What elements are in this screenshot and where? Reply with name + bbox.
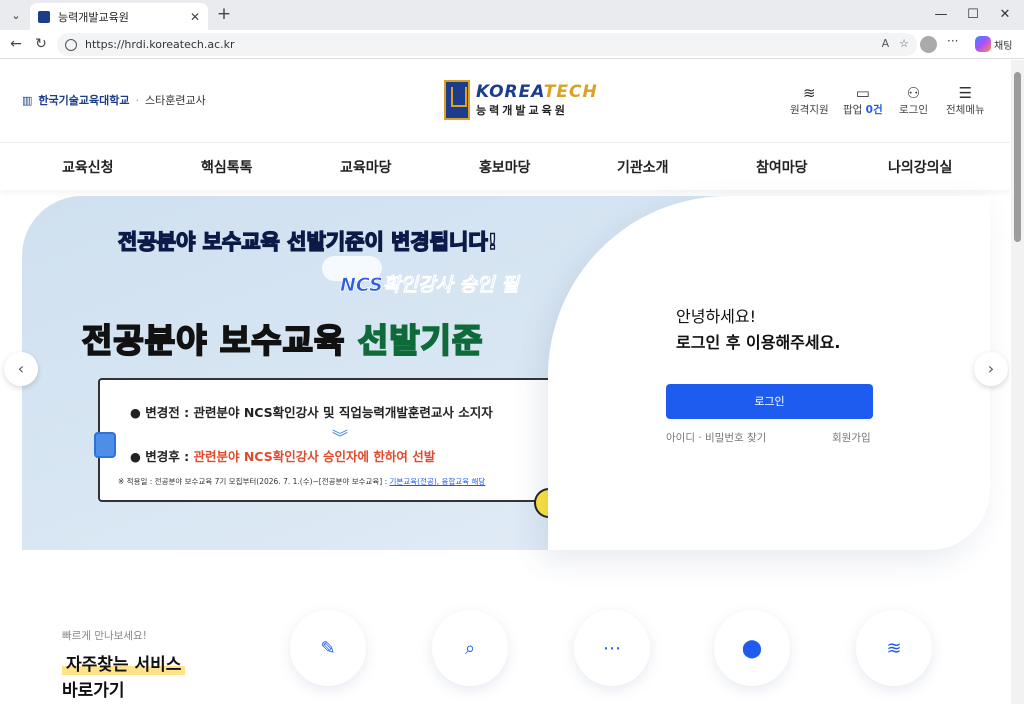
quick-service-remote[interactable]: ≋ [856, 610, 932, 686]
page-scrollbar[interactable] [1011, 60, 1024, 704]
browser-tab[interactable]: 능력개발교육원 ✕ [30, 3, 208, 30]
back-icon[interactable]: ← [6, 34, 26, 54]
quick-service-search[interactable]: ⌕ [432, 610, 508, 686]
logo-text-accent: TECH [543, 82, 598, 102]
wifi-icon: ≋ [803, 84, 816, 102]
quick-service-consult[interactable]: ⋯ [574, 610, 650, 686]
login-link[interactable]: ⚇ 로그인 [899, 84, 928, 117]
favicon-icon [38, 10, 50, 23]
nav-item-apply[interactable]: 교육신청 [62, 157, 114, 177]
nav-item-my-classroom[interactable]: 나의강의실 [888, 157, 952, 177]
url-text: https://hrdi.koreatech.ac.kr [85, 38, 235, 51]
all-menu-button[interactable]: ☰ 전체메뉴 [946, 84, 985, 117]
banner-info-box: ● 변경전 : 관련분야 NCS확인강사 및 직업능력개발훈련교사 소지자 ︾ … [98, 378, 568, 502]
main-nav: 교육신청 핵심톡톡 교육마당 홍보마당 기관소개 참여마당 나의강의실 [0, 142, 1010, 190]
chat-icon: ⋯ [603, 637, 621, 659]
nav-item-about[interactable]: 기관소개 [617, 157, 669, 177]
banner-headline: 전공분야 보수교육 선발기준이 변경됩니다! [117, 229, 498, 254]
quick-services-subtitle: 빠르게 만나보세요! [62, 630, 147, 642]
banner-title: 전공분야 보수교육 선발기준 [81, 320, 484, 361]
page-content: ▥ 한국기술교육대학교 · 스타훈련교사 KOREATECH 능력개발교육원 ≋… [0, 60, 1010, 704]
refresh-icon[interactable]: ↻ [31, 34, 51, 54]
logo-emblem-icon [444, 80, 470, 120]
popup-button[interactable]: ▭ 팝업 0건 [843, 84, 883, 117]
university-link[interactable]: ▥ 한국기술교육대학교 · 스타훈련교사 [22, 92, 206, 108]
login-prompt-text: 로그인 후 이용해주세요. [676, 333, 841, 352]
logo-text-en: KOREA [476, 82, 544, 102]
apply-date-note: ※ 적용일 : 전공분야 보수교육 7기 모집부터(2026. 7. 1.(수)… [118, 477, 486, 486]
binder-clip-icon [94, 432, 116, 458]
search-icon: ⌕ [464, 637, 476, 659]
before-change-text: ● 변경전 : 관련분야 NCS확인강사 및 직업능력개발훈련교사 소지자 [130, 405, 493, 420]
building-icon: ▥ [22, 93, 33, 107]
popup-icon: ▭ [855, 84, 870, 102]
banner-subline: NCS확인강사 승인 필 [340, 274, 519, 297]
university-name: 한국기술교육대학교 [38, 94, 130, 107]
signup-link[interactable]: 회원가입 [832, 430, 871, 445]
star-trainer-link[interactable]: 스타훈련교사 [145, 92, 206, 108]
quick-service-apply[interactable]: ✎ [290, 610, 366, 686]
scrollbar-thumb[interactable] [1014, 72, 1021, 242]
chat-label[interactable]: 채팅 [994, 37, 1012, 52]
tab-list-chevron-icon[interactable]: ⌄ [6, 5, 26, 25]
quick-service-location[interactable]: ⬤ [714, 610, 790, 686]
wifi-icon: ≋ [886, 637, 902, 659]
document-edit-icon: ✎ [320, 637, 336, 659]
chevron-down-icon: ︾ [332, 428, 349, 447]
nav-item-promotion[interactable]: 홍보마당 [479, 157, 531, 177]
after-change-text: ● 변경후 : 관련분야 NCS확인강사 승인자에 한하여 선발 [130, 449, 436, 464]
more-options-icon[interactable]: ··· [947, 34, 958, 48]
url-field[interactable]: https://hrdi.koreatech.ac.kr A ☆ [57, 33, 917, 56]
login-button[interactable]: 로그인 [666, 384, 873, 419]
remote-support-button[interactable]: ≋ 원격지원 [790, 84, 829, 117]
greeting-text: 안녕하세요! [676, 307, 757, 326]
user-icon: ⚇ [906, 84, 921, 102]
location-pin-icon: ⬤ [741, 637, 763, 659]
copilot-icon[interactable] [975, 36, 991, 52]
address-bar: ← ↻ https://hrdi.koreatech.ac.kr A ☆ ···… [0, 30, 1024, 59]
login-card: 안녕하세요! 로그인 후 이용해주세요. 로그인 아이디 · 비밀번호 찾기 회… [548, 196, 990, 550]
popup-count: 0건 [865, 104, 883, 116]
site-logo[interactable]: KOREATECH 능력개발교육원 [444, 80, 598, 120]
window-close-icon[interactable]: ✕ [994, 4, 1016, 26]
site-header: ▥ 한국기술교육대학교 · 스타훈련교사 KOREATECH 능력개발교육원 ≋… [0, 60, 1010, 142]
slide-next-icon[interactable]: › [974, 352, 1008, 386]
browser-tabbar: ⌄ 능력개발교육원 ✕ + — ☐ ✕ [0, 0, 1024, 30]
favorite-star-icon[interactable]: ☆ [899, 37, 909, 50]
logo-text-ko: 능력개발교육원 [476, 104, 568, 117]
maximize-icon[interactable]: ☐ [962, 4, 984, 26]
find-id-password-link[interactable]: 아이디 · 비밀번호 찾기 [666, 430, 766, 445]
site-info-icon[interactable] [65, 38, 77, 51]
nav-item-education[interactable]: 교육마당 [340, 157, 392, 177]
slide-prev-icon[interactable]: ‹ [4, 352, 38, 386]
menu-icon: ☰ [958, 84, 973, 102]
nav-item-core-talk[interactable]: 핵심톡톡 [201, 157, 253, 177]
tab-close-icon[interactable]: ✕ [190, 10, 200, 24]
minimize-icon[interactable]: — [930, 4, 952, 26]
quick-services-title: 자주찾는 서비스 바로가기 [62, 652, 186, 704]
read-aloud-icon[interactable]: A [882, 37, 890, 50]
nav-item-participation[interactable]: 참여마당 [756, 157, 808, 177]
tab-title: 능력개발교육원 [58, 10, 129, 24]
new-tab-icon[interactable]: + [214, 4, 234, 24]
profile-avatar-icon[interactable] [920, 36, 937, 53]
